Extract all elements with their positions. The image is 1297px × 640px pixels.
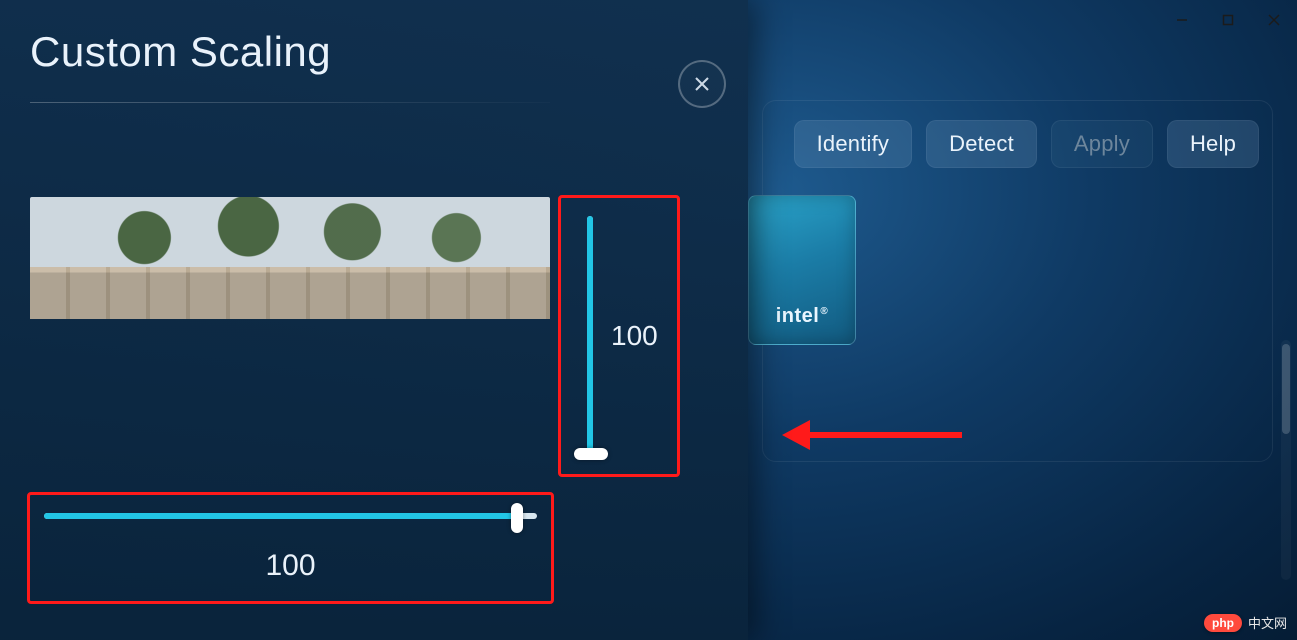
- horizontal-scaling-value: 100: [44, 549, 537, 583]
- watermark: php 中文网: [1204, 613, 1287, 632]
- display-tile-intel[interactable]: intel®: [748, 195, 856, 345]
- window-titlebar: [1159, 0, 1297, 40]
- vertical-scrollbar[interactable]: [1281, 340, 1291, 580]
- horizontal-scaling-group: 100: [27, 492, 554, 604]
- vertical-slider-fill: [587, 216, 593, 456]
- maximize-icon: [1222, 14, 1234, 26]
- minimize-icon: [1176, 14, 1188, 26]
- horizontal-slider-fill: [44, 513, 517, 519]
- vertical-slider-thumb[interactable]: [574, 448, 608, 460]
- help-button[interactable]: Help: [1167, 120, 1259, 168]
- detect-button[interactable]: Detect: [926, 120, 1037, 168]
- dialog-close-button[interactable]: [678, 60, 726, 108]
- watermark-text: 中文网: [1248, 613, 1287, 632]
- identify-button[interactable]: Identify: [794, 120, 913, 168]
- close-icon: [1268, 14, 1280, 26]
- window-maximize-button[interactable]: [1205, 4, 1251, 36]
- scaling-preview-image: [30, 197, 550, 487]
- title-divider: [30, 102, 550, 103]
- vertical-scaling-slider[interactable]: [587, 216, 593, 456]
- scrollbar-thumb[interactable]: [1282, 344, 1290, 434]
- intel-logo-text: intel®: [776, 305, 829, 328]
- horizontal-scaling-slider[interactable]: [44, 513, 537, 519]
- vertical-scaling-group: 100: [558, 195, 680, 477]
- vertical-scaling-value: 100: [611, 320, 658, 352]
- window-minimize-button[interactable]: [1159, 4, 1205, 36]
- close-icon: [693, 75, 711, 93]
- window-close-button[interactable]: [1251, 4, 1297, 36]
- custom-scaling-dialog: Custom Scaling 100 100: [0, 0, 748, 640]
- horizontal-slider-thumb[interactable]: [511, 503, 523, 533]
- apply-button: Apply: [1051, 120, 1153, 168]
- action-bar: Identify Detect Apply Help: [782, 110, 1271, 178]
- annotation-arrow: [782, 420, 962, 450]
- dialog-title: Custom Scaling: [30, 28, 718, 76]
- watermark-badge: php: [1204, 614, 1242, 632]
